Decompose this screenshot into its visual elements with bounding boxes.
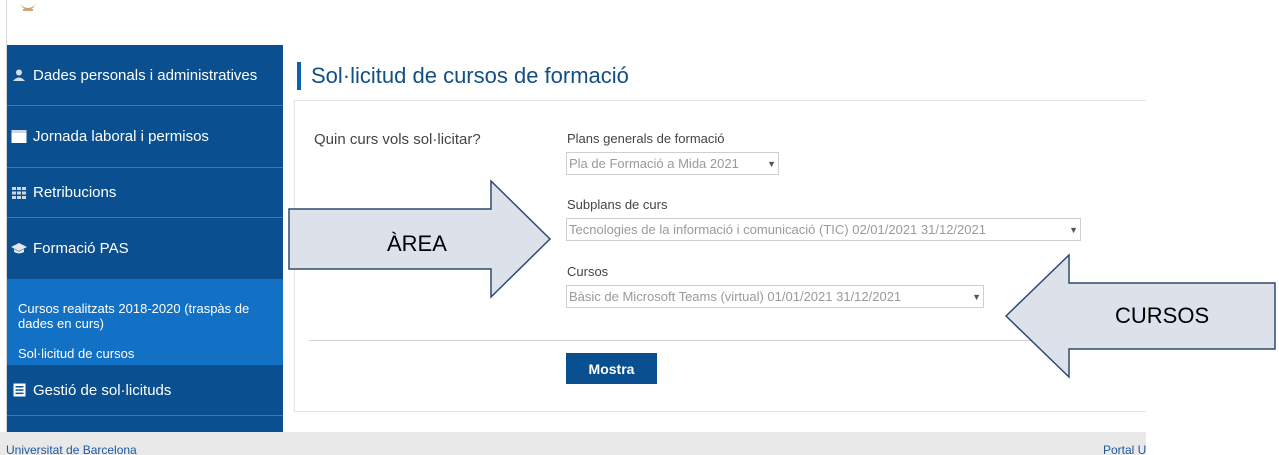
sidebar-item-label: Gestió de sol·licituds bbox=[33, 381, 172, 399]
calendar-icon bbox=[11, 129, 27, 145]
form-question: Quin curs vols sol·licitar? bbox=[314, 131, 481, 148]
list-icon bbox=[11, 382, 27, 398]
grid-icon bbox=[11, 185, 27, 201]
sidebar-item-jornada-laboral[interactable]: Jornada laboral i permisos bbox=[7, 106, 283, 168]
graduation-cap-icon bbox=[11, 241, 27, 257]
footer bbox=[0, 432, 1146, 455]
chevron-down-icon: ▼ bbox=[1069, 224, 1078, 235]
sidebar-item-dades-personals[interactable]: Dades personals i administratives bbox=[7, 45, 283, 106]
plans-select-value: Pla de Formació a Mida 2021 bbox=[569, 156, 739, 171]
sidebar-item-label: Retribucions bbox=[33, 184, 117, 201]
sidebar-item-formacio-pas[interactable]: Formació PAS bbox=[7, 218, 283, 279]
sidebar: Dades personals i administratives Jornad… bbox=[7, 45, 283, 432]
university-logo-fragment bbox=[20, 4, 36, 11]
sidebar-submenu-formacio: Cursos realitzats 2018-2020 (traspàs de … bbox=[7, 279, 283, 365]
courses-annotation-label: CURSOS bbox=[1115, 303, 1210, 328]
plans-label: Plans generals de formació bbox=[567, 131, 725, 146]
area-annotation-label: ÀREA bbox=[387, 231, 447, 256]
sidebar-item-label: Jornada laboral i permisos bbox=[33, 128, 209, 145]
courses-select[interactable]: Bàsic de Microsoft Teams (virtual) 01/01… bbox=[566, 285, 984, 308]
sidebar-item-label: Formació PAS bbox=[33, 240, 129, 257]
courses-select-value: Bàsic de Microsoft Teams (virtual) 01/01… bbox=[569, 289, 902, 304]
show-button[interactable]: Mostra bbox=[566, 353, 657, 384]
sidebar-subitem-solicitud-cursos[interactable]: Sol·licitud de cursos bbox=[18, 346, 134, 361]
plans-select[interactable]: Pla de Formació a Mida 2021 ▼ bbox=[566, 152, 779, 175]
person-icon bbox=[11, 67, 27, 83]
sidebar-item-retribucions[interactable]: Retribucions bbox=[7, 168, 283, 218]
courses-label: Cursos bbox=[567, 264, 609, 279]
chevron-down-icon: ▼ bbox=[767, 158, 776, 169]
screen: Dades personals i administratives Jornad… bbox=[0, 0, 1279, 455]
page-title: Sol·licitud de cursos de formació bbox=[311, 63, 629, 88]
subplans-select[interactable]: Tecnologies de la informació i comunicac… bbox=[566, 218, 1081, 241]
footer-portal-link[interactable]: Portal UB bbox=[1103, 443, 1146, 455]
subplans-select-value: Tecnologies de la informació i comunicac… bbox=[569, 222, 986, 237]
sidebar-subitem-cursos-realitzats[interactable]: Cursos realitzats 2018-2020 (traspàs de … bbox=[18, 301, 278, 331]
sidebar-item-label: Dades personals i administratives bbox=[33, 66, 258, 84]
footer-university-link[interactable]: Universitat de Barcelona bbox=[6, 443, 137, 455]
sidebar-item-gestio-solicituds[interactable]: Gestió de sol·licituds bbox=[7, 365, 283, 416]
chevron-down-icon: ▼ bbox=[972, 291, 981, 302]
page-title-accent bbox=[297, 62, 301, 90]
subplans-label: Subplans de curs bbox=[567, 197, 668, 212]
